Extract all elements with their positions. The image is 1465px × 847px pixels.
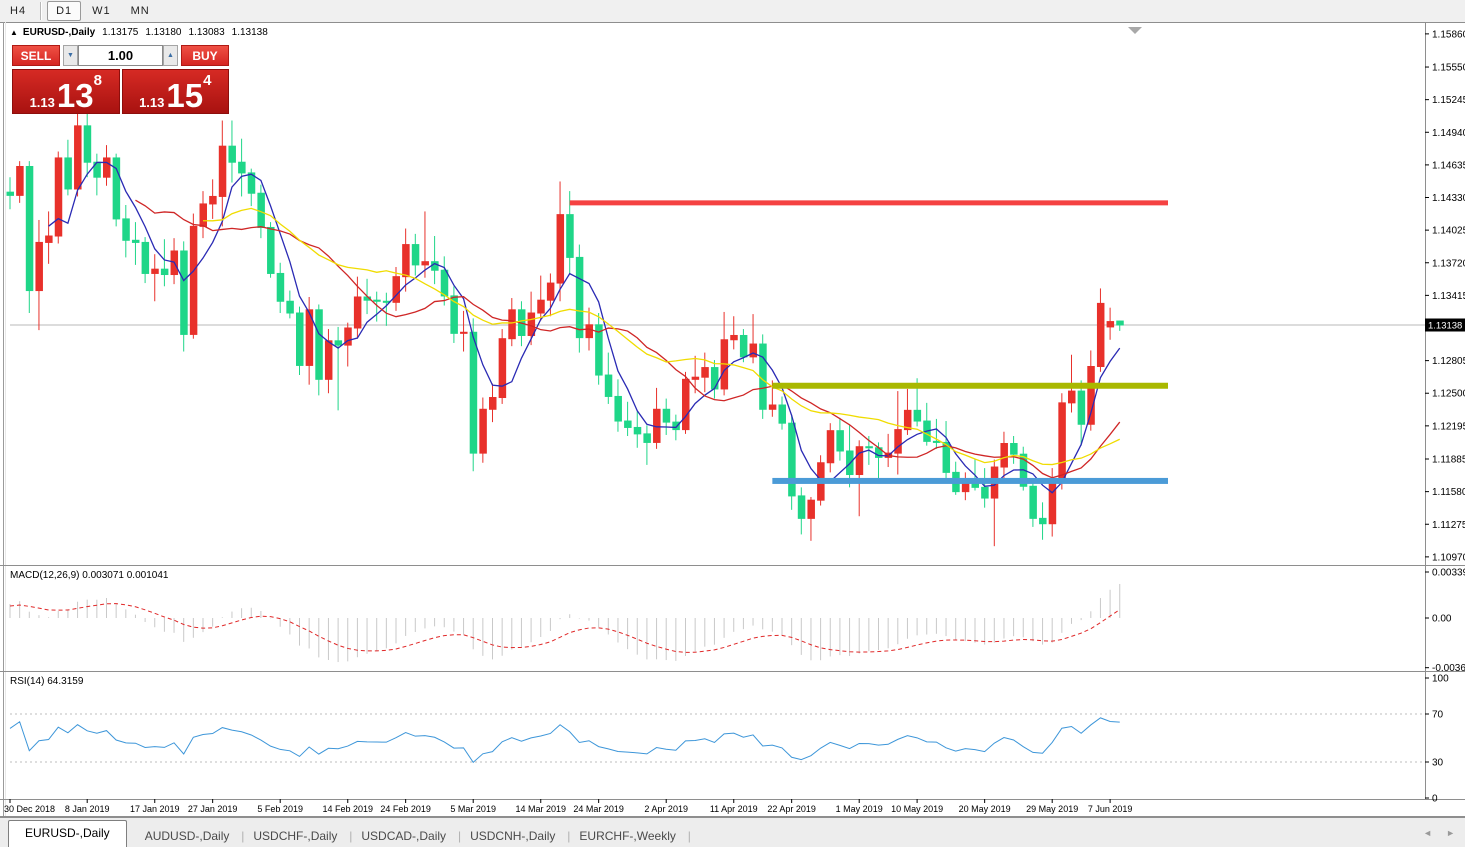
quote-close: 1.13138: [232, 27, 268, 38]
svg-text:14 Feb 2019: 14 Feb 2019: [322, 804, 373, 814]
sell-button[interactable]: SELL: [12, 45, 60, 66]
quote-low: 1.13083: [188, 27, 224, 38]
bid-point: 8: [94, 74, 102, 87]
bid-prefix: 1.13: [30, 95, 55, 110]
svg-text:1.12195: 1.12195: [1432, 421, 1465, 432]
svg-text:1.11580: 1.11580: [1432, 487, 1465, 498]
ask-pips: 15: [166, 81, 203, 110]
svg-text:1.11275: 1.11275: [1432, 520, 1465, 531]
svg-text:5 Mar 2019: 5 Mar 2019: [450, 804, 496, 814]
bid-pips: 13: [57, 81, 94, 110]
svg-text:8 Jan 2019: 8 Jan 2019: [65, 804, 110, 814]
rsi-indicator-label: RSI(14) 64.3159: [10, 676, 83, 687]
quote-open: 1.13175: [102, 27, 138, 38]
svg-text:1.10970: 1.10970: [1432, 552, 1465, 563]
svg-text:17 Jan 2019: 17 Jan 2019: [130, 804, 180, 814]
svg-text:24 Feb 2019: 24 Feb 2019: [380, 804, 431, 814]
svg-text:2 Apr 2019: 2 Apr 2019: [644, 804, 688, 814]
ask-price-display[interactable]: 1.13 15 4: [122, 69, 230, 114]
svg-text:5 Feb 2019: 5 Feb 2019: [257, 804, 303, 814]
tab-usdcnh-daily[interactable]: USDCNH-,Daily: [458, 825, 567, 847]
tab-usdchf-daily[interactable]: USDCHF-,Daily: [241, 825, 349, 847]
svg-text:7 Jun 2019: 7 Jun 2019: [1088, 804, 1133, 814]
trading-terminal-window: H4 D1 W1 MN 1.158601.155501.152451.14940…: [0, 0, 1465, 847]
bid-price-display[interactable]: 1.13 13 8: [12, 69, 120, 114]
svg-text:1.15550: 1.15550: [1432, 63, 1465, 74]
tab-usdcad-daily[interactable]: USDCAD-,Daily: [349, 825, 458, 847]
one-click-trading-panel: SELL ▼ 1.00 ▲ BUY 1.13 13 8 1.13 15 4: [12, 45, 229, 114]
tab-scroll-left-icon[interactable]: ◄: [1419, 826, 1436, 840]
svg-text:1.13138: 1.13138: [1428, 321, 1462, 332]
svg-text:0: 0: [1432, 794, 1438, 805]
svg-text:1.14635: 1.14635: [1432, 160, 1465, 171]
lot-increase-icon[interactable]: ▲: [163, 45, 178, 66]
svg-text:1.15860: 1.15860: [1432, 29, 1465, 40]
scroll-to-end-marker-icon[interactable]: [1128, 27, 1142, 34]
svg-text:30: 30: [1432, 758, 1444, 769]
svg-text:1.14025: 1.14025: [1432, 226, 1465, 237]
svg-text:0.003392: 0.003392: [1432, 568, 1465, 579]
svg-text:100: 100: [1432, 674, 1449, 685]
svg-text:11 Apr 2019: 11 Apr 2019: [710, 804, 758, 814]
svg-text:27 Jan 2019: 27 Jan 2019: [188, 804, 238, 814]
svg-text:29 May 2019: 29 May 2019: [1026, 804, 1078, 814]
svg-text:1.15245: 1.15245: [1432, 95, 1465, 106]
tab-eurusd-daily[interactable]: EURUSD-,Daily: [8, 820, 127, 847]
svg-text:22 Apr 2019: 22 Apr 2019: [767, 804, 816, 814]
svg-text:1.13720: 1.13720: [1432, 258, 1465, 269]
svg-text:1 May 2019: 1 May 2019: [836, 804, 883, 814]
symbol-tab-bar: EURUSD-,Daily AUDUSD-,Daily USDCHF-,Dail…: [0, 817, 1465, 847]
svg-text:1.12805: 1.12805: [1432, 356, 1465, 367]
buy-button[interactable]: BUY: [181, 45, 229, 66]
svg-text:1.11885: 1.11885: [1432, 455, 1465, 466]
chart-symbol-title: EURUSD-,Daily: [23, 27, 95, 38]
svg-text:24 Mar 2019: 24 Mar 2019: [573, 804, 624, 814]
quote-high: 1.13180: [145, 27, 181, 38]
svg-text:1.14330: 1.14330: [1432, 193, 1465, 204]
lot-decrease-icon[interactable]: ▼: [63, 45, 78, 66]
svg-text:10 May 2019: 10 May 2019: [891, 804, 943, 814]
svg-text:70: 70: [1432, 710, 1444, 721]
lot-size-input[interactable]: 1.00: [78, 45, 163, 66]
collapse-panel-icon[interactable]: ▲: [10, 28, 18, 38]
svg-text:1.12500: 1.12500: [1432, 389, 1465, 400]
svg-text:1.14940: 1.14940: [1432, 128, 1465, 139]
chart-header: ▲ EURUSD-,Daily 1.13175 1.13180 1.13083 …: [10, 27, 268, 38]
tab-scroll-right-icon[interactable]: ►: [1442, 826, 1459, 840]
tab-eurchf-weekly[interactable]: EURCHF-,Weekly: [567, 825, 687, 847]
tab-audusd-daily[interactable]: AUDUSD-,Daily: [133, 825, 242, 847]
svg-text:30 Dec 2018: 30 Dec 2018: [4, 804, 55, 814]
macd-indicator-label: MACD(12,26,9) 0.003071 0.001041: [10, 570, 168, 581]
ask-prefix: 1.13: [139, 95, 164, 110]
ask-point: 4: [203, 74, 211, 87]
svg-text:14 Mar 2019: 14 Mar 2019: [515, 804, 566, 814]
chart-canvas[interactable]: 1.15860 1.15550 1.15245 1.14940 1.14635 1.143…: [0, 0, 1465, 847]
svg-text:0.00: 0.00: [1432, 614, 1452, 625]
svg-text:20 May 2019: 20 May 2019: [959, 804, 1011, 814]
svg-text:1.13415: 1.13415: [1432, 291, 1465, 302]
